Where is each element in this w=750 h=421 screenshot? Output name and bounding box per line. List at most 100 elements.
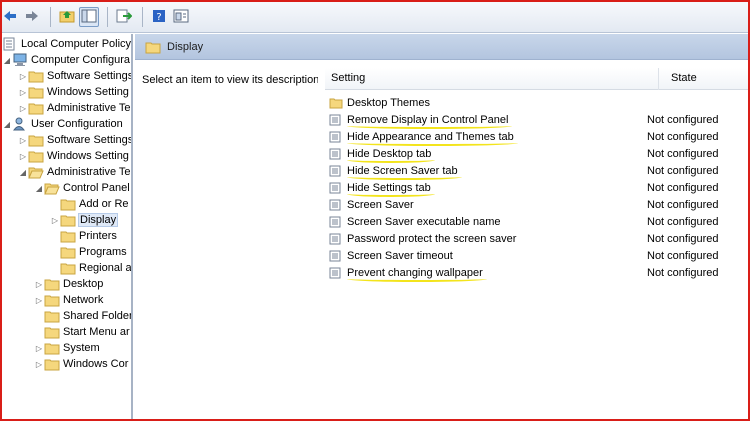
expanded-arrow-icon[interactable]: ◢ [18, 164, 28, 180]
properties-button[interactable] [171, 7, 191, 27]
collapsed-arrow-icon[interactable]: ▷ [18, 132, 28, 148]
folder-icon [28, 101, 44, 115]
show-hide-tree-button[interactable] [79, 7, 99, 27]
tree-item-network[interactable]: ▷ Network [34, 292, 103, 308]
row-state: Not configured [647, 198, 719, 211]
collapsed-arrow-icon[interactable]: ▷ [18, 100, 28, 116]
column-header-state[interactable]: State [671, 72, 697, 84]
expanded-arrow-icon[interactable]: ◢ [34, 180, 44, 196]
export-list-icon [116, 9, 133, 26]
list-row-screen-saver-timeout[interactable]: Screen Saver timeout Not configured [329, 247, 739, 264]
policy-setting-icon [329, 249, 343, 263]
tree-item-user-configuration[interactable]: ◢ User Configuration [2, 116, 123, 132]
row-setting-name: Hide Desktop tab [347, 147, 436, 163]
tree-item-label: Control Panel [63, 182, 130, 194]
policy-setting-icon [329, 181, 343, 195]
policy-setting-icon [329, 147, 343, 161]
collapsed-arrow-icon[interactable]: ▷ [18, 84, 28, 100]
collapsed-arrow-icon[interactable]: ▷ [34, 356, 44, 372]
tree-item-regional[interactable]: Regional a [60, 260, 132, 276]
policy-setting-icon [329, 266, 343, 280]
export-list-button[interactable] [114, 7, 134, 27]
folder-open-icon [28, 165, 44, 179]
row-state: Not configured [647, 249, 719, 262]
list-row-prevent-changing-wallpaper[interactable]: Prevent changing wallpaper Not configure… [329, 264, 739, 282]
help-button[interactable]: ? [149, 7, 169, 27]
collapsed-arrow-icon[interactable]: ▷ [18, 68, 28, 84]
tree-item-printers[interactable]: Printers [60, 228, 117, 244]
folder-icon [44, 293, 60, 307]
tree-item-windows-settings[interactable]: ▷ Windows Setting [18, 84, 129, 100]
tree-item-desktop[interactable]: ▷ Desktop [34, 276, 103, 292]
show-hide-tree-icon [81, 9, 97, 26]
tree-item-display[interactable]: ▷ Display [50, 212, 119, 228]
tree-item-system[interactable]: ▷ System [34, 340, 100, 356]
collapsed-arrow-icon[interactable]: ▷ [34, 292, 44, 308]
list-row-remove-display[interactable]: Remove Display in Control Panel Not conf… [329, 111, 739, 129]
user-icon [12, 117, 28, 131]
tree-item-label: Regional a [79, 262, 132, 274]
tree-item-administrative-templates[interactable]: ▷ Administrative Te [18, 100, 131, 116]
collapsed-arrow-icon[interactable]: ▷ [34, 340, 44, 356]
tree-item-add-or-remove[interactable]: Add or Re [60, 196, 129, 212]
row-state: Not configured [647, 181, 719, 194]
folder-icon [28, 85, 44, 99]
tree-item-administrative-templates[interactable]: ◢ Administrative Te [18, 164, 131, 180]
collapsed-arrow-icon[interactable]: ▷ [34, 276, 44, 292]
list-row-hide-settings-tab[interactable]: Hide Settings tab Not configured [329, 179, 739, 197]
tree-item-windows-components[interactable]: ▷ Windows Cor [34, 356, 128, 372]
tree-item-label: Programs [79, 246, 127, 258]
forward-button[interactable] [22, 7, 42, 27]
up-one-level-button[interactable] [57, 7, 77, 27]
folder-icon [44, 325, 60, 339]
expanded-arrow-icon[interactable]: ◢ [2, 52, 12, 68]
list-row-screen-saver[interactable]: Screen Saver Not configured [329, 196, 739, 213]
back-button[interactable] [0, 7, 20, 27]
list-row-hide-desktop-tab[interactable]: Hide Desktop tab Not configured [329, 145, 739, 163]
row-state: Not configured [647, 232, 719, 245]
tree-item-label: System [63, 342, 100, 354]
folder-icon [44, 341, 60, 355]
column-divider[interactable] [658, 68, 659, 90]
tree-item-programs[interactable]: Programs [60, 244, 127, 260]
row-state: Not configured [647, 266, 719, 279]
expanded-arrow-icon[interactable]: ◢ [2, 116, 12, 132]
computer-icon [12, 53, 28, 67]
tree-item-software-settings[interactable]: ▷ Software Settings [18, 132, 133, 148]
tree-item-software-settings[interactable]: ▷ Software Settings [18, 68, 133, 84]
tree-item-control-panel[interactable]: ◢ Control Panel [34, 180, 130, 196]
list-row-password-protect[interactable]: Password protect the screen saver Not co… [329, 230, 739, 247]
toolbar-separator [50, 7, 51, 27]
tree-item-windows-settings[interactable]: ▷ Windows Setting [18, 148, 129, 164]
tree-item-computer-configuration[interactable]: ◢ Computer Configura [2, 52, 130, 68]
folder-icon [329, 96, 343, 110]
tree-item-label: Administrative Te [47, 166, 131, 178]
tree-item-label: Windows Cor [63, 358, 129, 370]
list-row-hide-screen-saver-tab[interactable]: Hide Screen Saver tab Not configured [329, 162, 739, 180]
tree-item-start-menu[interactable]: Start Menu ar [44, 324, 130, 340]
tree-item-label: User Configuration [31, 118, 123, 130]
list-row-desktop-themes[interactable]: Desktop Themes [329, 94, 739, 111]
tree-item-label: Local Computer Policy [21, 38, 132, 50]
tree-item-shared-folders[interactable]: Shared Folder [44, 308, 131, 324]
policy-document-icon [2, 37, 18, 51]
forward-arrow-icon [25, 10, 39, 25]
row-state: Not configured [647, 164, 719, 177]
tree-item-label: Software Settings [47, 70, 133, 82]
row-setting-name: Screen Saver timeout [347, 249, 453, 262]
collapsed-arrow-icon[interactable]: ▷ [18, 148, 28, 164]
collapsed-arrow-icon[interactable]: ▷ [50, 212, 60, 228]
tree-item-label: Start Menu ar [63, 326, 130, 338]
row-state: Not configured [647, 130, 719, 143]
list-row-hide-appearance-tab[interactable]: Hide Appearance and Themes tab Not confi… [329, 128, 739, 146]
svg-text:?: ? [156, 12, 161, 23]
column-header-setting[interactable]: Setting [331, 72, 365, 84]
list-row-screen-saver-executable[interactable]: Screen Saver executable name Not configu… [329, 213, 739, 230]
row-setting-name: Hide Screen Saver tab [347, 164, 462, 180]
tree-item-label: Windows Setting [47, 86, 129, 98]
tree-item-local-computer-policy[interactable]: Local Computer Policy [2, 36, 131, 52]
help-icon: ? [152, 9, 166, 26]
toolbar-separator [107, 7, 108, 27]
tree-item-label: Software Settings [47, 134, 133, 146]
row-setting-name: Screen Saver [347, 198, 414, 211]
